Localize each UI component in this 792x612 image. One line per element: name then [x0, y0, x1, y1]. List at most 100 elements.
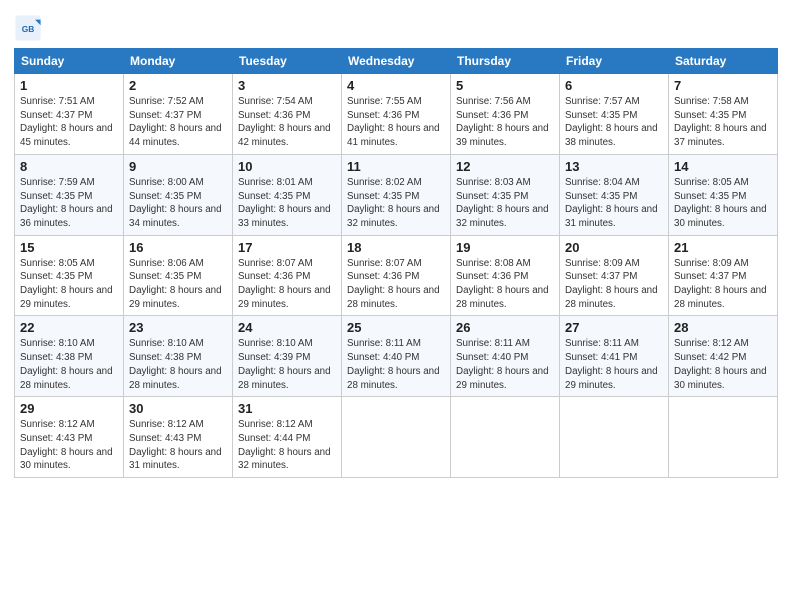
day-number: 13 [565, 159, 663, 174]
calendar-cell: 3 Sunrise: 7:54 AMSunset: 4:36 PMDayligh… [233, 74, 342, 155]
calendar-cell: 14 Sunrise: 8:05 AMSunset: 4:35 PMDaylig… [669, 154, 778, 235]
calendar-cell: 28 Sunrise: 8:12 AMSunset: 4:42 PMDaylig… [669, 316, 778, 397]
weekday-header-sunday: Sunday [15, 49, 124, 74]
day-info: Sunrise: 7:55 AMSunset: 4:36 PMDaylight:… [347, 96, 440, 148]
day-number: 22 [20, 320, 118, 335]
day-number: 19 [456, 240, 554, 255]
day-info: Sunrise: 8:11 AMSunset: 4:40 PMDaylight:… [456, 338, 549, 390]
calendar-table: SundayMondayTuesdayWednesdayThursdayFrid… [14, 48, 778, 478]
day-number: 29 [20, 401, 118, 416]
day-number: 24 [238, 320, 336, 335]
calendar-cell [342, 397, 451, 478]
calendar-cell: 12 Sunrise: 8:03 AMSunset: 4:35 PMDaylig… [451, 154, 560, 235]
weekday-header-thursday: Thursday [451, 49, 560, 74]
weekday-header-saturday: Saturday [669, 49, 778, 74]
day-number: 9 [129, 159, 227, 174]
calendar-cell: 19 Sunrise: 8:08 AMSunset: 4:36 PMDaylig… [451, 235, 560, 316]
calendar-cell: 6 Sunrise: 7:57 AMSunset: 4:35 PMDayligh… [560, 74, 669, 155]
calendar-cell: 24 Sunrise: 8:10 AMSunset: 4:39 PMDaylig… [233, 316, 342, 397]
calendar-cell: 9 Sunrise: 8:00 AMSunset: 4:35 PMDayligh… [124, 154, 233, 235]
day-info: Sunrise: 8:02 AMSunset: 4:35 PMDaylight:… [347, 177, 440, 229]
day-number: 10 [238, 159, 336, 174]
day-number: 6 [565, 78, 663, 93]
day-number: 12 [456, 159, 554, 174]
day-number: 15 [20, 240, 118, 255]
day-number: 26 [456, 320, 554, 335]
logo: GB [14, 14, 44, 42]
day-info: Sunrise: 8:05 AMSunset: 4:35 PMDaylight:… [20, 258, 113, 310]
day-info: Sunrise: 7:56 AMSunset: 4:36 PMDaylight:… [456, 96, 549, 148]
day-number: 30 [129, 401, 227, 416]
day-number: 1 [20, 78, 118, 93]
calendar-cell: 8 Sunrise: 7:59 AMSunset: 4:35 PMDayligh… [15, 154, 124, 235]
calendar-cell: 7 Sunrise: 7:58 AMSunset: 4:35 PMDayligh… [669, 74, 778, 155]
calendar-cell: 16 Sunrise: 8:06 AMSunset: 4:35 PMDaylig… [124, 235, 233, 316]
day-info: Sunrise: 8:04 AMSunset: 4:35 PMDaylight:… [565, 177, 658, 229]
calendar-cell [669, 397, 778, 478]
day-number: 21 [674, 240, 772, 255]
calendar-cell: 2 Sunrise: 7:52 AMSunset: 4:37 PMDayligh… [124, 74, 233, 155]
calendar-cell: 1 Sunrise: 7:51 AMSunset: 4:37 PMDayligh… [15, 74, 124, 155]
day-info: Sunrise: 8:10 AMSunset: 4:39 PMDaylight:… [238, 338, 331, 390]
day-info: Sunrise: 8:05 AMSunset: 4:35 PMDaylight:… [674, 177, 767, 229]
calendar-cell: 31 Sunrise: 8:12 AMSunset: 4:44 PMDaylig… [233, 397, 342, 478]
weekday-header-tuesday: Tuesday [233, 49, 342, 74]
calendar-cell: 21 Sunrise: 8:09 AMSunset: 4:37 PMDaylig… [669, 235, 778, 316]
day-number: 16 [129, 240, 227, 255]
weekday-header-monday: Monday [124, 49, 233, 74]
calendar-cell: 17 Sunrise: 8:07 AMSunset: 4:36 PMDaylig… [233, 235, 342, 316]
calendar-cell: 4 Sunrise: 7:55 AMSunset: 4:36 PMDayligh… [342, 74, 451, 155]
day-number: 5 [456, 78, 554, 93]
day-info: Sunrise: 8:12 AMSunset: 4:42 PMDaylight:… [674, 338, 767, 390]
day-info: Sunrise: 7:58 AMSunset: 4:35 PMDaylight:… [674, 96, 767, 148]
day-info: Sunrise: 8:12 AMSunset: 4:44 PMDaylight:… [238, 419, 331, 471]
day-number: 20 [565, 240, 663, 255]
logo-icon: GB [14, 14, 42, 42]
calendar-cell: 29 Sunrise: 8:12 AMSunset: 4:43 PMDaylig… [15, 397, 124, 478]
day-number: 11 [347, 159, 445, 174]
day-info: Sunrise: 8:01 AMSunset: 4:35 PMDaylight:… [238, 177, 331, 229]
day-number: 8 [20, 159, 118, 174]
day-info: Sunrise: 8:06 AMSunset: 4:35 PMDaylight:… [129, 258, 222, 310]
day-info: Sunrise: 7:52 AMSunset: 4:37 PMDaylight:… [129, 96, 222, 148]
day-number: 3 [238, 78, 336, 93]
day-number: 4 [347, 78, 445, 93]
day-info: Sunrise: 7:59 AMSunset: 4:35 PMDaylight:… [20, 177, 113, 229]
calendar-cell: 11 Sunrise: 8:02 AMSunset: 4:35 PMDaylig… [342, 154, 451, 235]
day-number: 31 [238, 401, 336, 416]
day-info: Sunrise: 8:07 AMSunset: 4:36 PMDaylight:… [347, 258, 440, 310]
calendar-cell: 15 Sunrise: 8:05 AMSunset: 4:35 PMDaylig… [15, 235, 124, 316]
calendar-cell: 27 Sunrise: 8:11 AMSunset: 4:41 PMDaylig… [560, 316, 669, 397]
calendar-cell: 25 Sunrise: 8:11 AMSunset: 4:40 PMDaylig… [342, 316, 451, 397]
day-info: Sunrise: 7:54 AMSunset: 4:36 PMDaylight:… [238, 96, 331, 148]
day-info: Sunrise: 8:00 AMSunset: 4:35 PMDaylight:… [129, 177, 222, 229]
calendar-cell: 30 Sunrise: 8:12 AMSunset: 4:43 PMDaylig… [124, 397, 233, 478]
calendar-cell [451, 397, 560, 478]
day-info: Sunrise: 8:08 AMSunset: 4:36 PMDaylight:… [456, 258, 549, 310]
day-info: Sunrise: 8:12 AMSunset: 4:43 PMDaylight:… [20, 419, 113, 471]
page-container: GB SundayMondayTuesdayWednesdayThursdayF… [0, 0, 792, 488]
calendar-cell: 10 Sunrise: 8:01 AMSunset: 4:35 PMDaylig… [233, 154, 342, 235]
day-info: Sunrise: 8:03 AMSunset: 4:35 PMDaylight:… [456, 177, 549, 229]
header: GB [14, 10, 778, 42]
calendar-cell: 5 Sunrise: 7:56 AMSunset: 4:36 PMDayligh… [451, 74, 560, 155]
day-info: Sunrise: 7:57 AMSunset: 4:35 PMDaylight:… [565, 96, 658, 148]
calendar-cell: 23 Sunrise: 8:10 AMSunset: 4:38 PMDaylig… [124, 316, 233, 397]
calendar-cell: 22 Sunrise: 8:10 AMSunset: 4:38 PMDaylig… [15, 316, 124, 397]
calendar-cell: 26 Sunrise: 8:11 AMSunset: 4:40 PMDaylig… [451, 316, 560, 397]
weekday-header-wednesday: Wednesday [342, 49, 451, 74]
day-number: 23 [129, 320, 227, 335]
day-info: Sunrise: 8:07 AMSunset: 4:36 PMDaylight:… [238, 258, 331, 310]
calendar-cell: 13 Sunrise: 8:04 AMSunset: 4:35 PMDaylig… [560, 154, 669, 235]
weekday-header-friday: Friday [560, 49, 669, 74]
day-info: Sunrise: 8:09 AMSunset: 4:37 PMDaylight:… [565, 258, 658, 310]
weekday-header-row: SundayMondayTuesdayWednesdayThursdayFrid… [15, 49, 778, 74]
day-info: Sunrise: 8:09 AMSunset: 4:37 PMDaylight:… [674, 258, 767, 310]
day-number: 27 [565, 320, 663, 335]
day-info: Sunrise: 7:51 AMSunset: 4:37 PMDaylight:… [20, 96, 113, 148]
day-info: Sunrise: 8:12 AMSunset: 4:43 PMDaylight:… [129, 419, 222, 471]
day-number: 7 [674, 78, 772, 93]
day-number: 18 [347, 240, 445, 255]
day-info: Sunrise: 8:11 AMSunset: 4:41 PMDaylight:… [565, 338, 658, 390]
calendar-cell: 20 Sunrise: 8:09 AMSunset: 4:37 PMDaylig… [560, 235, 669, 316]
